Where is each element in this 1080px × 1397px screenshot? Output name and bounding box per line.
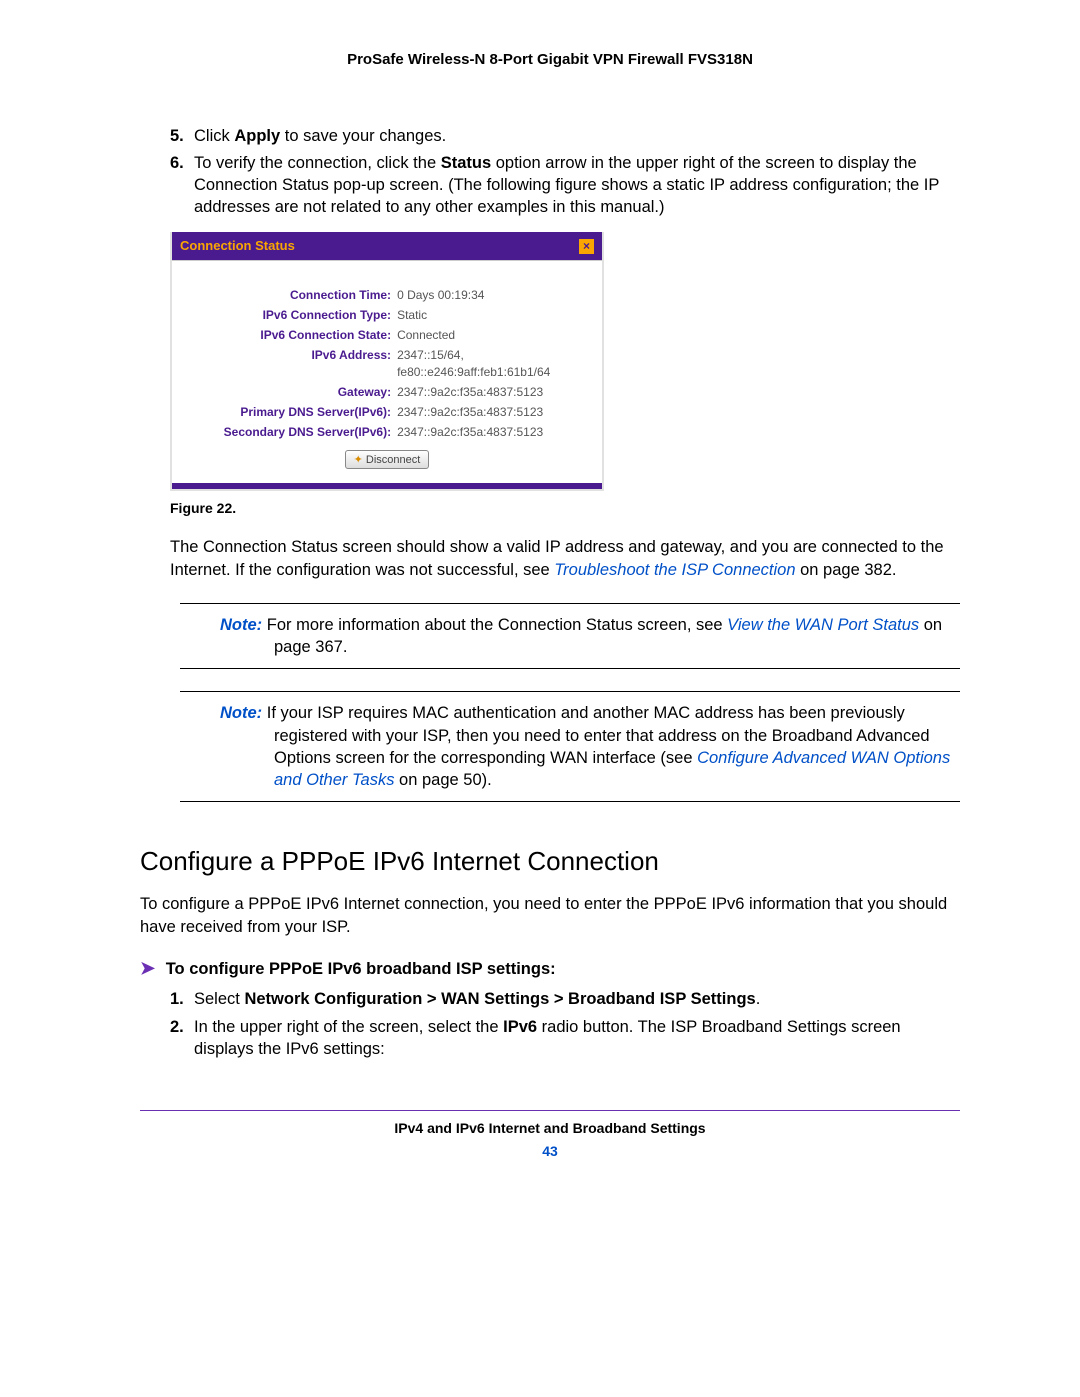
table-row: Secondary DNS Server(IPv6):2347::9a2c:f3… <box>222 422 553 442</box>
connection-status-dialog: Connection Status × Connection Time:0 Da… <box>170 232 604 491</box>
table-row: IPv6 Address:2347::15/64, fe80::e246:9af… <box>222 345 553 381</box>
table-row: Gateway:2347::9a2c:f35a:4837:5123 <box>222 382 553 402</box>
ipv6-label: IPv6 <box>503 1018 537 1036</box>
table-row: IPv6 Connection Type:Static <box>222 305 553 325</box>
step-text-pre: Click <box>194 127 234 145</box>
procedure-steps: 1. Select Network Configuration > WAN Se… <box>170 988 960 1060</box>
wan-port-status-link[interactable]: View the WAN Port Status <box>727 616 919 634</box>
intro-paragraph: To configure a PPPoE IPv6 Internet conne… <box>140 893 960 938</box>
document-page: ProSafe Wireless-N 8-Port Gigabit VPN Fi… <box>0 0 1080 1397</box>
section-heading: Configure a PPPoE IPv6 Internet Connecti… <box>140 844 960 879</box>
page-header: ProSafe Wireless-N 8-Port Gigabit VPN Fi… <box>140 50 960 70</box>
disconnect-button[interactable]: Disconnect <box>345 450 430 469</box>
table-row: IPv6 Connection State:Connected <box>222 325 553 345</box>
table-row: Primary DNS Server(IPv6):2347::9a2c:f35a… <box>222 402 553 422</box>
procedure-heading: ➤ To configure PPPoE IPv6 broadband ISP … <box>140 956 960 980</box>
step-number: 1. <box>170 988 184 1010</box>
status-label: Status <box>441 154 491 172</box>
instruction-list: 5. Click Apply to save your changes. 6. … <box>170 125 960 218</box>
step-number: 5. <box>170 125 184 147</box>
step-6: 6. To verify the connection, click the S… <box>170 152 960 219</box>
step-text: To verify the connection, click the Stat… <box>194 154 939 217</box>
note-box-1: Note: For more information about the Con… <box>180 603 960 670</box>
chapter-title: IPv4 and IPv6 Internet and Broadband Set… <box>140 1119 960 1138</box>
arrow-icon: ➤ <box>140 956 155 980</box>
note-label: Note: <box>220 616 262 634</box>
apply-label: Apply <box>234 127 280 145</box>
figure-caption: Figure 22. <box>170 499 960 518</box>
dialog-titlebar: Connection Status × <box>172 232 602 261</box>
pstep-1: 1. Select Network Configuration > WAN Se… <box>170 988 960 1010</box>
step-5: 5. Click Apply to save your changes. <box>170 125 960 147</box>
footer-divider <box>140 1110 960 1111</box>
table-row: Connection Time:0 Days 00:19:34 <box>222 285 553 305</box>
note-label: Note: <box>220 704 262 722</box>
step-text-post: to save your changes. <box>280 127 446 145</box>
page-footer: IPv4 and IPv6 Internet and Broadband Set… <box>140 1119 960 1161</box>
paragraph: The Connection Status screen should show… <box>170 536 960 581</box>
page-number: 43 <box>140 1142 960 1161</box>
step-number: 6. <box>170 152 184 174</box>
dialog-body: Connection Time:0 Days 00:19:34 IPv6 Con… <box>172 261 602 484</box>
status-table: Connection Time:0 Days 00:19:34 IPv6 Con… <box>222 285 553 443</box>
dialog-title-text: Connection Status <box>180 237 295 255</box>
step-number: 2. <box>170 1016 184 1038</box>
menu-path: Network Configuration > WAN Settings > B… <box>244 990 755 1008</box>
dialog-bottom-bar <box>172 483 602 489</box>
pstep-2: 2. In the upper right of the screen, sel… <box>170 1016 960 1061</box>
troubleshoot-link[interactable]: Troubleshoot the ISP Connection <box>554 561 795 579</box>
close-icon[interactable]: × <box>579 239 594 254</box>
note-box-2: Note: If your ISP requires MAC authentic… <box>180 691 960 802</box>
